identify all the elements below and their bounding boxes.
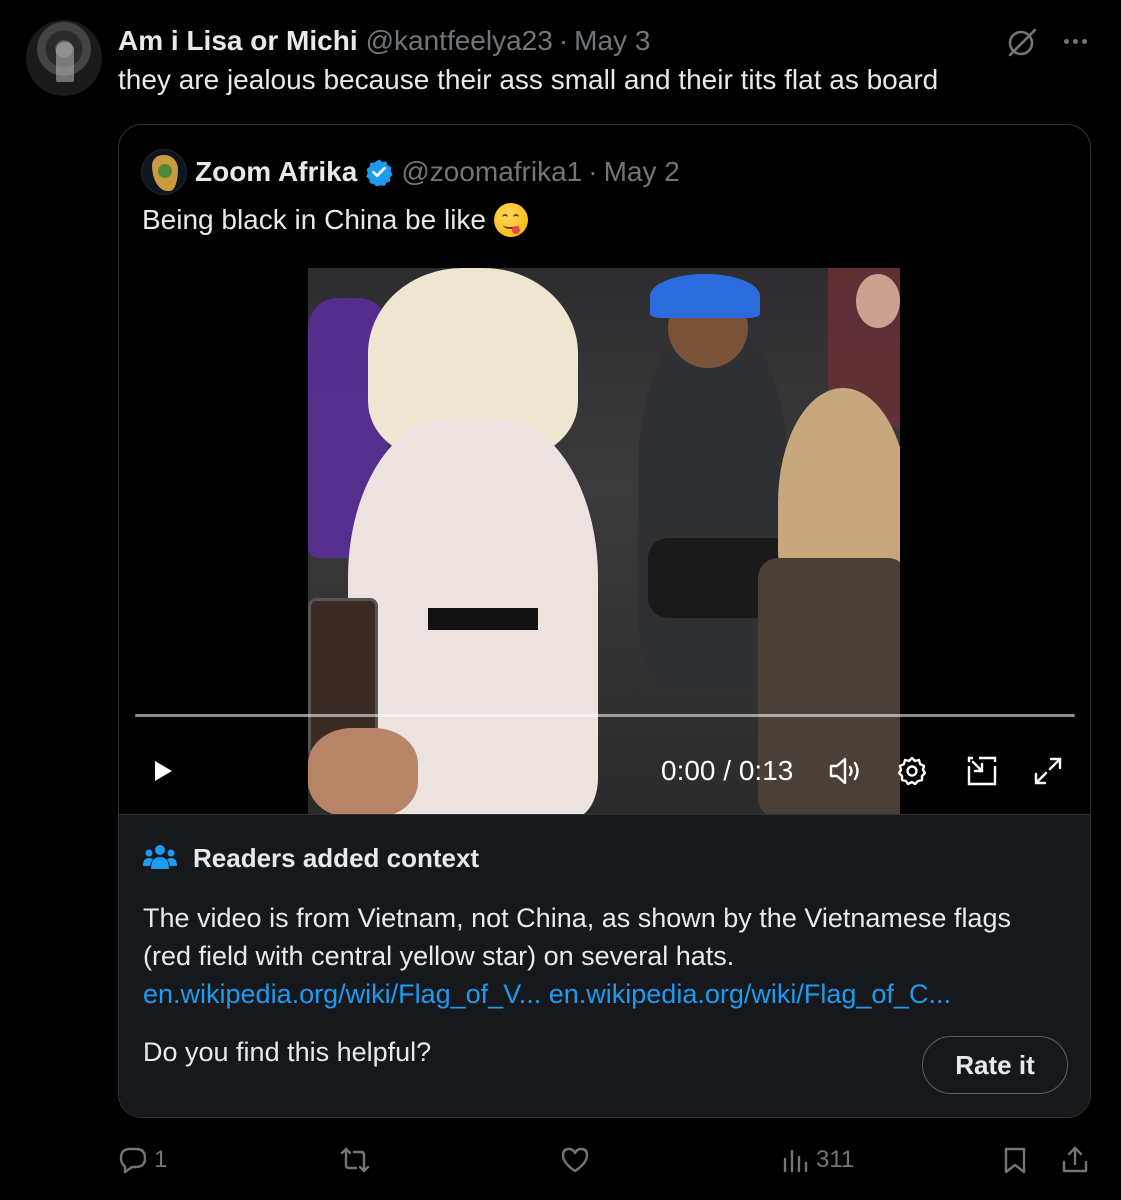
bookmark-icon bbox=[1004, 1147, 1026, 1174]
tweet-date[interactable]: May 3 bbox=[574, 25, 650, 57]
video-player[interactable]: 0:00 / 0:13 bbox=[119, 268, 1090, 814]
note-link-china-flag[interactable]: en.wikipedia.org/wiki/Flag_of_C... bbox=[549, 979, 951, 1009]
quoted-tweet-date[interactable]: May 2 bbox=[604, 156, 680, 188]
reply-action[interactable]: 1 bbox=[118, 1142, 167, 1178]
author-handle[interactable]: @kantfeelya23 bbox=[366, 25, 553, 57]
volume-icon bbox=[829, 757, 859, 785]
settings-button[interactable] bbox=[895, 754, 929, 788]
grok-icon[interactable] bbox=[1004, 24, 1040, 60]
quoted-tweet-text: Being black in China be like bbox=[142, 204, 486, 235]
quoted-tweet-text-row: Being black in China be like bbox=[142, 203, 528, 237]
more-options-icon[interactable] bbox=[1058, 26, 1092, 56]
author-name[interactable]: Am i Lisa or Michi bbox=[118, 25, 358, 57]
pip-icon bbox=[967, 756, 997, 786]
quoted-tweet[interactable]: Zoom Afrika @zoomafrika1 · May 2 Being b… bbox=[118, 124, 1091, 1118]
views-count: 311 bbox=[816, 1146, 855, 1173]
quoted-author-name[interactable]: Zoom Afrika bbox=[195, 156, 357, 188]
reply-icon bbox=[119, 1147, 147, 1174]
reply-count: 1 bbox=[154, 1146, 168, 1173]
note-helpful-question: Do you find this helpful? bbox=[143, 1037, 432, 1067]
retweet-icon bbox=[340, 1147, 370, 1173]
header-separator: · bbox=[558, 25, 569, 56]
fullscreen-button[interactable] bbox=[1031, 754, 1065, 788]
share-action[interactable] bbox=[1060, 1142, 1090, 1178]
note-links: en.wikipedia.org/wiki/Flag_of_V... en.wi… bbox=[143, 975, 951, 1013]
people-icon bbox=[143, 845, 177, 869]
play-button[interactable] bbox=[147, 754, 179, 788]
video-progress-bar[interactable] bbox=[135, 714, 1075, 717]
volume-button[interactable] bbox=[827, 754, 863, 788]
verified-badge-icon bbox=[366, 159, 393, 186]
heart-icon bbox=[561, 1147, 589, 1173]
tweet-text: they are jealous because their ass small… bbox=[118, 64, 939, 95]
note-link-vietnam-flag[interactable]: en.wikipedia.org/wiki/Flag_of_V... bbox=[143, 979, 541, 1009]
fullscreen-icon bbox=[1034, 757, 1062, 785]
author-avatar[interactable] bbox=[26, 20, 102, 96]
tweet-header: Am i Lisa or Michi @kantfeelya23 · May 3 bbox=[118, 24, 650, 58]
africa-logo-shape bbox=[158, 164, 172, 178]
play-icon bbox=[155, 761, 172, 781]
quoted-tweet-header: Zoom Afrika @zoomafrika1 · May 2 bbox=[195, 155, 680, 189]
picture-in-picture-button[interactable] bbox=[965, 754, 999, 788]
quoted-header-separator: · bbox=[588, 156, 598, 187]
analytics-icon bbox=[783, 1149, 808, 1173]
quoted-author-avatar[interactable] bbox=[141, 149, 187, 195]
video-time-label: 0:00 / 0:13 bbox=[661, 755, 794, 786]
note-body: The video is from Vietnam, not China, as… bbox=[143, 903, 1011, 971]
quoted-author-handle[interactable]: @zoomafrika1 bbox=[401, 156, 582, 188]
video-frame[interactable] bbox=[308, 268, 900, 814]
avatar-figure bbox=[56, 42, 74, 82]
bookmark-action[interactable] bbox=[1000, 1142, 1030, 1178]
note-title: Readers added context bbox=[193, 843, 480, 873]
retweet-action[interactable] bbox=[340, 1142, 376, 1178]
rate-it-button[interactable]: Rate it bbox=[922, 1036, 1068, 1094]
views-action[interactable]: 311 bbox=[780, 1142, 854, 1178]
like-action[interactable] bbox=[560, 1142, 596, 1178]
settings-icon bbox=[897, 756, 927, 786]
share-icon bbox=[1062, 1146, 1088, 1173]
yum-face-emoji-icon bbox=[493, 203, 528, 237]
community-note: Readers added context The video is from … bbox=[119, 814, 1090, 1117]
